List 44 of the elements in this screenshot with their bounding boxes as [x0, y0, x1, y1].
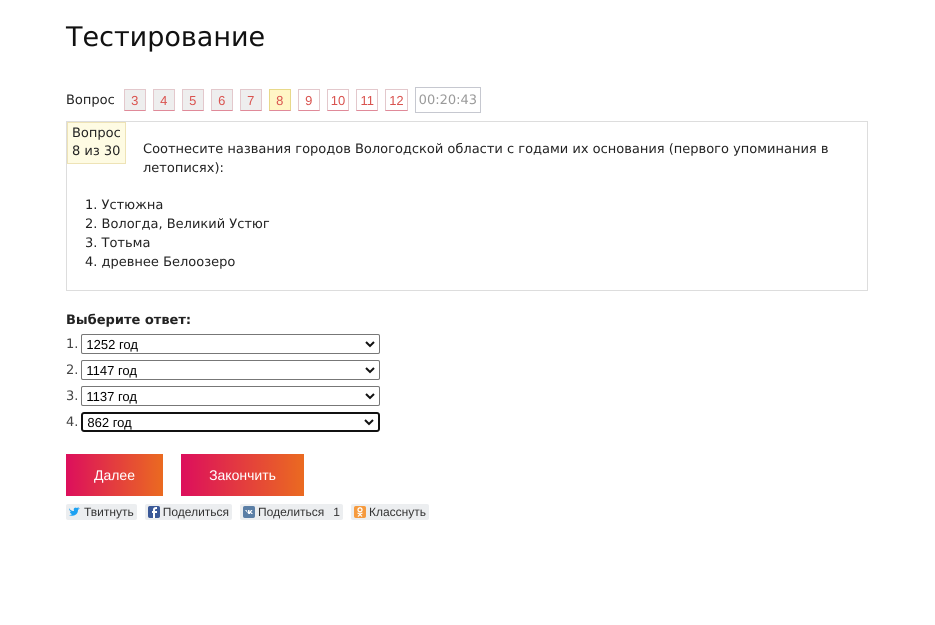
answer-number: 3. — [66, 388, 78, 404]
question-item: 1. Устюжна — [85, 197, 164, 215]
chevron-icon — [364, 418, 374, 426]
answer-select[interactable]: 1147 год — [81, 360, 380, 380]
answer-select[interactable]: 1252 год — [81, 334, 380, 354]
question-item: 2. Вологда, Великий Устюг — [85, 216, 271, 234]
question-number[interactable]: 6 — [210, 89, 233, 111]
vk-icon — [243, 506, 256, 518]
question-number[interactable]: 5 — [182, 89, 204, 111]
timer: 00:20:43 — [414, 87, 482, 113]
bird-icon — [69, 507, 81, 517]
person-icon — [354, 506, 366, 518]
answer-number: 4. — [66, 414, 78, 430]
facebook-icon — [148, 506, 160, 518]
question-item: 3. Тотьма — [85, 235, 152, 253]
page-title: Тестирование — [66, 22, 266, 53]
chevron-icon — [365, 340, 376, 348]
answer-select[interactable]: 862 год — [81, 412, 380, 432]
question-number[interactable]: 7 — [240, 89, 262, 111]
answer-select[interactable]: 1137 год — [81, 386, 380, 406]
question-number[interactable]: 8 — [268, 89, 291, 111]
badge-label: Вопрос — [72, 125, 121, 143]
question-number[interactable]: 3 — [124, 89, 146, 111]
answer-label: Выберите ответ: — [66, 313, 192, 328]
badge-count: 8 из 30 — [72, 143, 121, 161]
question-number[interactable]: 9 — [298, 89, 320, 111]
share-button[interactable]: Твитнуть — [66, 504, 137, 520]
share-button[interactable]: Поделиться — [144, 504, 232, 520]
question-text: Соотнесите названия городов Вологодской области с годами их основания (первого упоминания в летописях): — [143, 141, 830, 178]
question-number[interactable]: 12 — [385, 89, 408, 111]
question-item: 4. древнее Белоозеро — [85, 254, 236, 272]
share-button[interactable]: Класснуть — [350, 504, 430, 520]
share-button[interactable]: Поделиться 1 — [240, 504, 343, 520]
chevron-icon — [365, 392, 376, 400]
answer-number: 1. — [66, 336, 78, 352]
question-number[interactable]: 10 — [326, 89, 350, 111]
share-count: 1 — [333, 505, 340, 519]
next-button[interactable]: Далее — [66, 454, 163, 496]
finish-button[interactable]: Закончить — [181, 454, 304, 496]
answer-number: 2. — [66, 362, 78, 378]
chevron-icon — [365, 366, 376, 374]
question-number[interactable]: 4 — [152, 89, 175, 111]
question-number[interactable]: 11 — [356, 89, 378, 111]
question-nav-label: Вопрос — [66, 92, 115, 108]
